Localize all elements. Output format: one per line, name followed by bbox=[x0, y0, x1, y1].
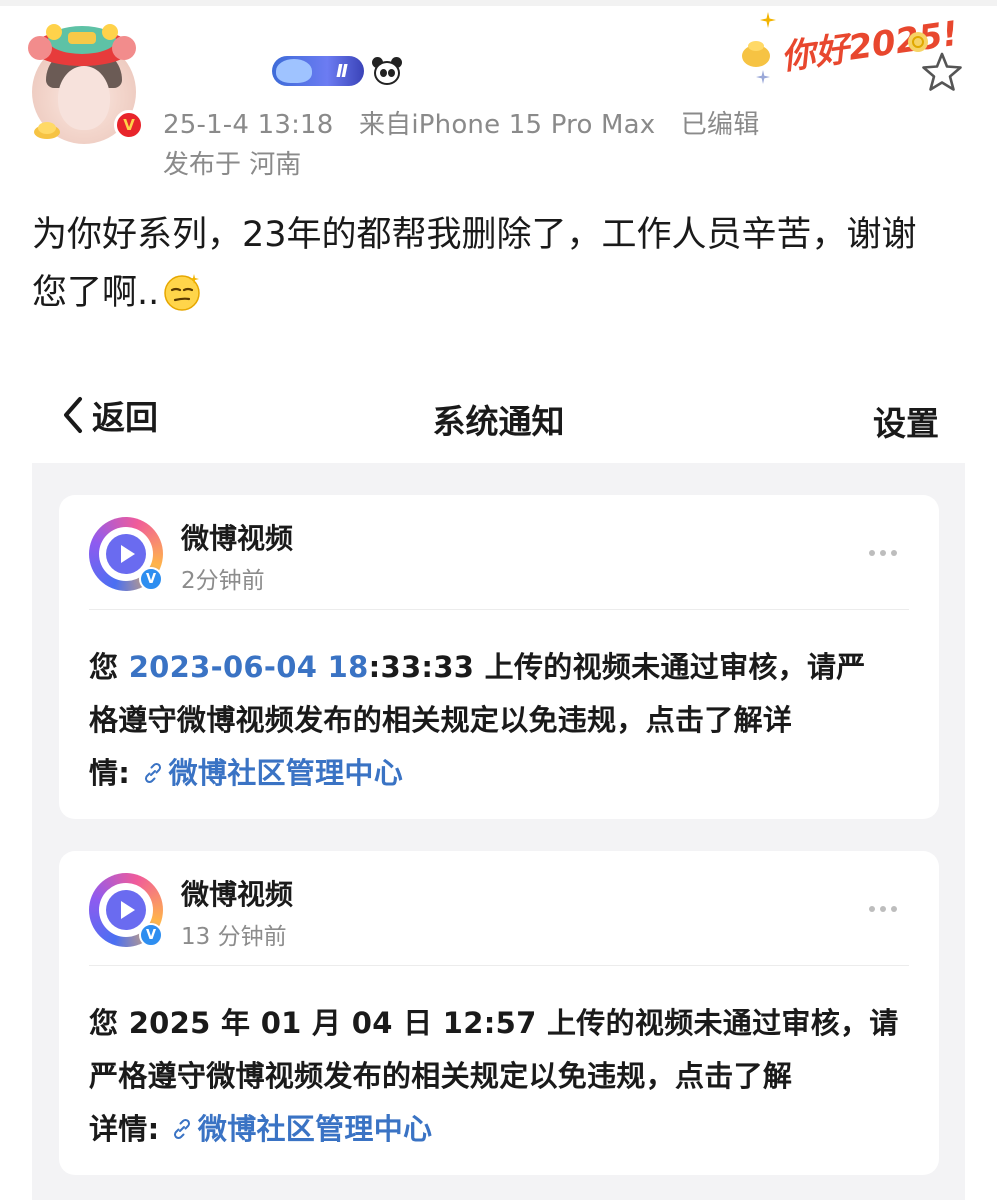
body-text: 格遵守微博视频发布的相关规定以免违规，点击了解详 bbox=[89, 703, 793, 737]
card-divider bbox=[89, 965, 909, 966]
post-location: 发布于 河南 bbox=[163, 150, 302, 180]
post-edited-label[interactable]: 已编辑 bbox=[681, 110, 760, 140]
more-options-icon[interactable] bbox=[869, 547, 909, 559]
post-text-line-2-text: 您了啊.. bbox=[32, 273, 160, 313]
body-text: 严格遵守微博视频发布的相关规定以免违规，点击了解 bbox=[89, 1059, 793, 1093]
more-options-icon[interactable] bbox=[869, 903, 909, 915]
link-icon bbox=[144, 762, 161, 784]
sender-name[interactable]: 微博视频 bbox=[181, 517, 293, 557]
lion-dance-frame-icon bbox=[28, 24, 136, 66]
link-icon bbox=[173, 1118, 190, 1140]
verified-badge-icon: V bbox=[114, 110, 144, 140]
embedded-screenshot[interactable]: 返回 系统通知 设置 V 微博视频 2分钟前 您 2023-06-04 18:3… bbox=[32, 345, 965, 1200]
post-text-line: 为你好系列，23年的都帮我删除了，工作人员辛苦，谢谢 bbox=[32, 215, 917, 255]
sparkle-icon bbox=[756, 70, 770, 84]
link-label: 微博社区管理中心 bbox=[197, 1112, 433, 1146]
link-label: 微博社区管理中心 bbox=[168, 756, 403, 790]
panda-icon[interactable] bbox=[370, 55, 404, 87]
chevron-left-icon bbox=[64, 397, 82, 433]
post-source: 来自iPhone 15 Pro Max bbox=[358, 110, 656, 140]
gold-coin-icon bbox=[34, 122, 60, 139]
notification-card[interactable]: V 微博视频 2分钟前 您 2023-06-04 18:33:33 上传的视频未… bbox=[59, 495, 939, 819]
notification-time: 13 分钟前 bbox=[181, 924, 287, 950]
page-title: 系统通知 bbox=[432, 402, 565, 441]
notification-body: 您 2025 年 01 月 04 日 12:57 上传的视频未通过审核，请 严格… bbox=[89, 997, 913, 1156]
level-badge[interactable]: Ⅱ bbox=[272, 56, 364, 86]
body-text: 您 2025 年 01 月 04 日 12:57 上传的视频未通过审核，请 bbox=[89, 1006, 899, 1040]
verified-v-icon: V bbox=[139, 923, 163, 947]
top-divider bbox=[0, 0, 997, 6]
body-text: 您 bbox=[89, 650, 129, 684]
favorite-star-icon[interactable] bbox=[920, 50, 964, 94]
smirk-emoji-icon bbox=[164, 274, 201, 311]
card-divider bbox=[89, 609, 909, 610]
hello-2025-decoration: 你好2025! bbox=[736, 12, 961, 92]
notification-card[interactable]: V 微博视频 13 分钟前 您 2025 年 01 月 04 日 12:57 上… bbox=[59, 851, 939, 1175]
notification-time: 2分钟前 bbox=[181, 568, 265, 594]
play-icon bbox=[106, 890, 146, 930]
body-text: 情: bbox=[89, 756, 141, 790]
play-icon bbox=[106, 534, 146, 574]
user-badges: Ⅱ bbox=[272, 55, 404, 87]
back-label: 返回 bbox=[92, 398, 158, 437]
body-text: 详情: bbox=[89, 1112, 170, 1146]
community-center-link[interactable]: 微博社区管理中心 bbox=[141, 756, 403, 790]
verified-v-icon: V bbox=[139, 567, 163, 591]
lucky-bag-icon bbox=[742, 41, 770, 67]
whale-icon bbox=[276, 59, 312, 83]
post-meta: 25-1-4 13:18 来自iPhone 15 Pro Max 已编辑 bbox=[163, 104, 759, 141]
settings-button[interactable]: 设置 bbox=[873, 397, 939, 445]
post-text: 为你好系列，23年的都帮我删除了，工作人员辛苦，谢谢 您了啊.. bbox=[32, 206, 972, 322]
post-text-line-2: 您了啊.. bbox=[32, 264, 972, 322]
sparkle-icon bbox=[760, 12, 776, 28]
level-badge-label: Ⅱ bbox=[336, 60, 348, 82]
highlighted-date: 2023-06-04 18 bbox=[128, 650, 369, 684]
back-button[interactable]: 返回 bbox=[58, 393, 158, 437]
notification-body: 您 2023-06-04 18:33:33 上传的视频未通过审核，请严 格遵守微… bbox=[89, 641, 913, 800]
notification-nav-bar: 返回 系统通知 设置 bbox=[32, 345, 965, 463]
post-time: 25-1-4 13:18 bbox=[163, 110, 334, 140]
sender-name[interactable]: 微博视频 bbox=[181, 873, 293, 913]
body-text: :33:33 上传的视频未通过审核，请严 bbox=[368, 650, 866, 684]
user-avatar[interactable]: V bbox=[24, 18, 144, 144]
community-center-link[interactable]: 微博社区管理中心 bbox=[170, 1112, 432, 1146]
